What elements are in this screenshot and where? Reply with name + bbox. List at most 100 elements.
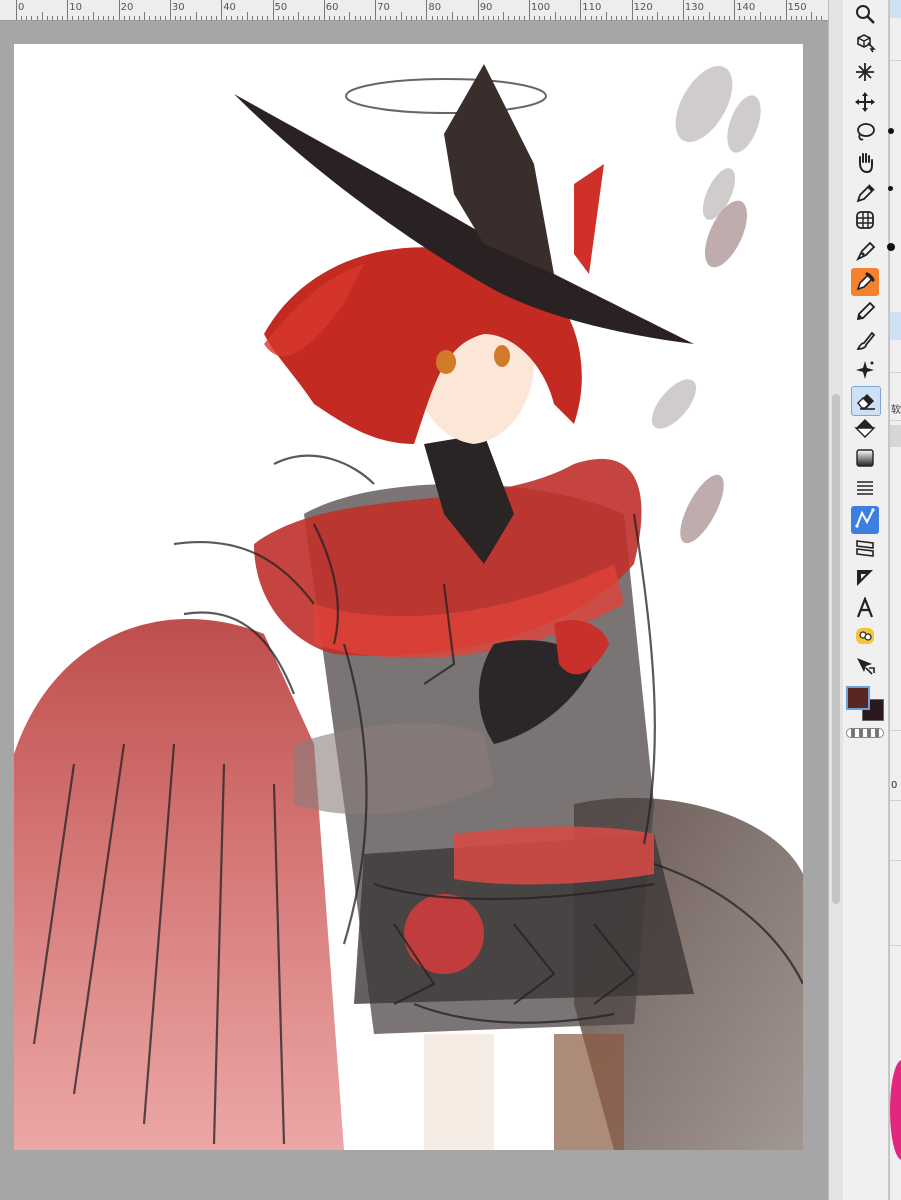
scrollbar-thumb[interactable] — [832, 394, 840, 904]
ruler-triangle-tool[interactable] — [851, 566, 879, 594]
ruler-tick — [272, 0, 274, 20]
main-color-swatch[interactable] — [846, 686, 870, 710]
move-tool[interactable] — [851, 90, 879, 118]
hatch-tool[interactable] — [851, 476, 879, 504]
ruler-tick — [785, 0, 787, 20]
ruler-tick — [816, 16, 818, 20]
ruler-tick — [16, 0, 17, 20]
vector-curve-tool[interactable] — [851, 506, 879, 534]
ruler-tick — [549, 16, 551, 20]
ruler-tick — [754, 16, 756, 20]
ruler-tick — [390, 16, 392, 20]
ruler-tick — [503, 12, 505, 20]
ruler-tick — [631, 0, 633, 20]
ruler-tick — [749, 16, 751, 20]
ruler-tick — [682, 0, 684, 20]
magic-wand-tool[interactable] — [851, 60, 879, 88]
ruler-tick — [318, 16, 320, 20]
ruler-tick — [385, 16, 387, 20]
color-swatches — [843, 686, 888, 746]
ruler-tick — [431, 16, 433, 20]
ruler-tick — [139, 16, 141, 20]
zoom-tool[interactable] — [851, 2, 879, 30]
ruler-tick — [811, 12, 813, 20]
frame-border-tool[interactable] — [851, 536, 879, 564]
pen-tool[interactable] — [851, 238, 879, 266]
brush-tool[interactable] — [851, 328, 879, 356]
text-tool-tool[interactable] — [851, 595, 879, 624]
ruler-tick — [677, 16, 679, 20]
object-select-tool[interactable] — [851, 654, 879, 682]
3d-cursor-tool[interactable] — [851, 30, 879, 58]
brush-size-dot[interactable] — [888, 186, 893, 191]
ruler-tick — [795, 16, 797, 20]
sparkle-tool[interactable] — [851, 358, 879, 386]
ruler-tick — [205, 16, 207, 20]
selected-brush-row[interactable] — [890, 312, 901, 340]
ruler-tick — [570, 16, 572, 20]
panel-tab[interactable] — [890, 0, 901, 18]
ruler-tick — [46, 16, 48, 20]
brush-size-dot[interactable] — [887, 243, 895, 251]
ruler-tick — [190, 16, 192, 20]
ruler-tick — [667, 16, 669, 20]
ruler-tick — [303, 16, 305, 20]
ruler-tick — [585, 16, 587, 20]
hand-tool[interactable] — [851, 150, 879, 178]
panel-slider[interactable] — [890, 425, 901, 447]
ruler-tick — [508, 16, 510, 20]
ruler-tick — [641, 16, 643, 20]
ruler-tick — [31, 16, 33, 20]
marker-tool[interactable] — [851, 268, 879, 296]
ruler-tick — [734, 0, 736, 20]
ruler-tick — [688, 16, 690, 20]
ruler-tick — [718, 16, 720, 20]
ruler-tick — [67, 0, 69, 20]
eyedropper-tool[interactable] — [851, 180, 879, 208]
pencil-tool[interactable] — [851, 298, 879, 326]
ruler-tick — [369, 16, 371, 20]
ruler-label: 30 — [171, 2, 185, 13]
ruler-tick — [57, 16, 59, 20]
ruler-tick — [113, 16, 115, 20]
ruler-label: 100 — [531, 2, 551, 13]
transparent-color-swatch[interactable] — [846, 728, 884, 738]
canvas-workspace[interactable] — [0, 21, 828, 1200]
eraser-icon — [855, 388, 877, 414]
ruler-tick — [267, 16, 269, 20]
ruler-tick — [375, 0, 377, 20]
ruler-tick — [575, 16, 577, 20]
ruler-tick — [780, 16, 782, 20]
brush-size-dot[interactable] — [888, 128, 894, 134]
ruler-tick — [564, 16, 566, 20]
ruler-tick — [652, 16, 654, 20]
ruler-tick — [421, 16, 423, 20]
ruler-tick — [118, 0, 120, 20]
grid-transform-tool[interactable] — [851, 208, 879, 236]
ruler-tick — [759, 12, 761, 20]
lasso-tool[interactable] — [851, 120, 879, 148]
drawing-canvas[interactable] — [14, 44, 803, 1150]
ruler-tick — [672, 16, 674, 20]
color-wheel[interactable] — [890, 1060, 901, 1160]
ruler-tick — [436, 16, 438, 20]
ruler-tick — [580, 0, 582, 20]
ruler-tick — [108, 16, 110, 20]
marker-icon — [854, 269, 876, 295]
fill-bucket-tool[interactable] — [851, 416, 879, 444]
gradient-tool[interactable] — [851, 446, 879, 474]
vertical-scrollbar[interactable] — [828, 0, 843, 1200]
ruler-tick — [452, 12, 454, 20]
ruler-tick — [457, 16, 459, 20]
ruler-tick — [282, 16, 284, 20]
ruler-tick — [77, 16, 79, 20]
ruler-tick — [698, 16, 700, 20]
eraser-tool[interactable] — [851, 386, 881, 416]
ruler-tick — [462, 16, 464, 20]
ruler-tick — [626, 16, 628, 20]
balloon-tool[interactable] — [851, 624, 879, 652]
ruler-label: 150 — [787, 2, 807, 13]
ruler-tick — [359, 16, 361, 20]
ruler-label: 80 — [428, 2, 442, 13]
magic-wand-icon — [854, 61, 876, 87]
